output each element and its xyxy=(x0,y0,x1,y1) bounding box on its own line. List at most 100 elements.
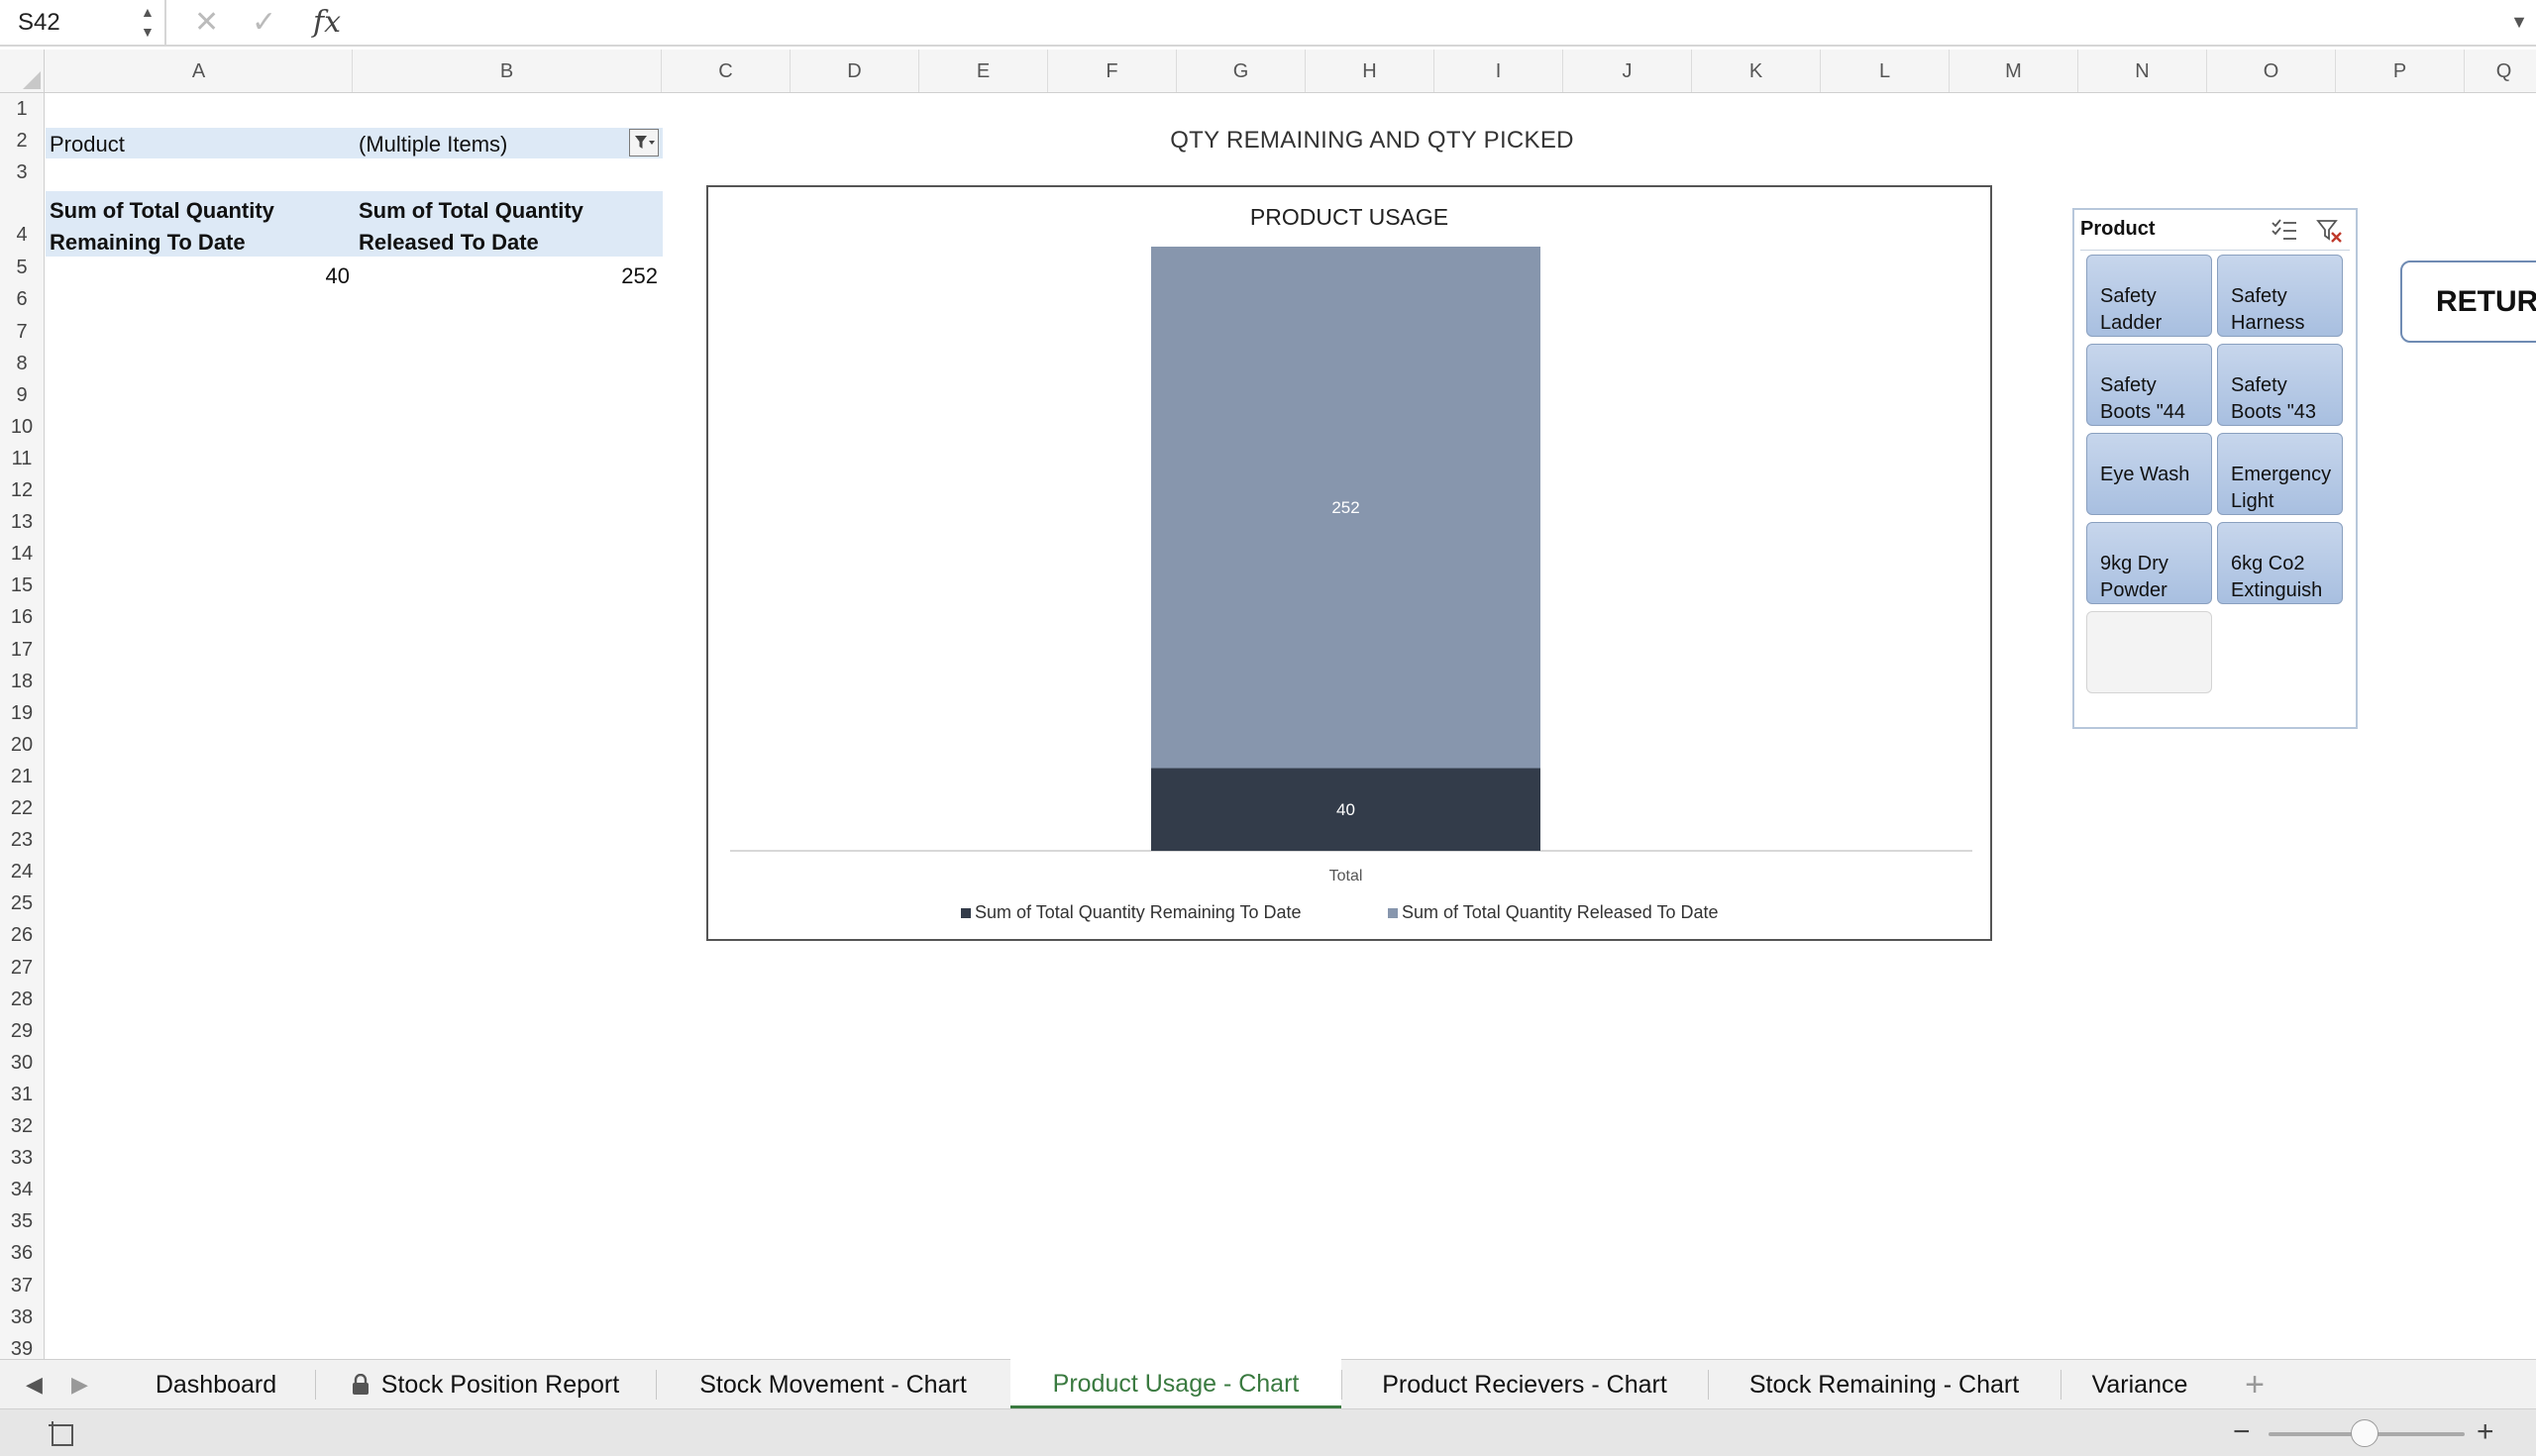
row-header-cell[interactable]: 5 xyxy=(0,252,44,283)
zoom-out-icon[interactable]: − xyxy=(2233,1409,2251,1455)
slicer-item[interactable] xyxy=(2086,611,2212,693)
row-header-cell[interactable]: 20 xyxy=(0,729,44,761)
row-header-cell[interactable]: 16 xyxy=(0,601,44,633)
sheet-tab-label: Stock Movement - Chart xyxy=(699,1371,967,1399)
row-header-cell[interactable]: 10 xyxy=(0,411,44,443)
slicer-item-line2: Light xyxy=(2231,490,2274,512)
column-header-cell[interactable]: I xyxy=(1434,50,1563,92)
column-header-cell[interactable]: K xyxy=(1692,50,1821,92)
row-header-cell[interactable]: 11 xyxy=(0,443,44,474)
column-header-cell[interactable]: L xyxy=(1821,50,1950,92)
column-header-cell[interactable]: E xyxy=(919,50,1048,92)
column-header-cell[interactable]: A xyxy=(46,50,353,92)
slicer-item[interactable]: 9kg Dry Powder xyxy=(2086,522,2212,604)
row-header-cell[interactable]: 4 xyxy=(0,188,44,252)
row-header-cell[interactable]: 1 xyxy=(0,93,44,125)
row-header-cell[interactable]: 7 xyxy=(0,316,44,348)
x-icon[interactable]: ✕ xyxy=(194,0,219,45)
slicer-item[interactable]: Safety Boots "43 xyxy=(2217,344,2343,426)
slicer-item[interactable]: Emergency Light xyxy=(2217,433,2343,515)
column-header-cell[interactable]: M xyxy=(1950,50,2078,92)
row-header-cell[interactable]: 25 xyxy=(0,887,44,919)
legend-label[interactable]: Sum of Total Quantity Remaining To Date xyxy=(975,902,1302,922)
row-header-cell[interactable]: 6 xyxy=(0,283,44,315)
product-slicer[interactable]: Product Safety Ladder Safety Harness Safety B… xyxy=(2072,208,2358,729)
sheet-tab[interactable]: Variance xyxy=(2060,1360,2219,1407)
sheet-tab[interactable]: Stock Movement - Chart xyxy=(656,1360,1010,1407)
column-header-cell[interactable]: D xyxy=(791,50,919,92)
legend-label[interactable]: Sum of Total Quantity Released To Date xyxy=(1402,902,1719,922)
row-header-cell[interactable]: 22 xyxy=(0,792,44,824)
filter-icon[interactable] xyxy=(629,129,659,156)
chevron-down-icon[interactable]: ▼ xyxy=(2510,0,2528,45)
column-header-cell[interactable]: F xyxy=(1048,50,1177,92)
column-header-cell[interactable]: P xyxy=(2336,50,2465,92)
row-header-cell[interactable]: 32 xyxy=(0,1110,44,1142)
row-header-cell[interactable]: 14 xyxy=(0,538,44,570)
row-header-cell[interactable]: 34 xyxy=(0,1174,44,1205)
row-header-cell[interactable]: 21 xyxy=(0,761,44,792)
sheet-tab[interactable]: Stock Position Report xyxy=(315,1360,656,1407)
zoom-in-icon[interactable]: + xyxy=(2477,1409,2494,1455)
check-icon[interactable]: ✓ xyxy=(252,0,276,45)
slicer-item[interactable]: Safety Ladder xyxy=(2086,255,2212,337)
slicer-item[interactable]: Eye Wash xyxy=(2086,433,2212,515)
row-header-cell[interactable]: 24 xyxy=(0,856,44,887)
select-all-corner[interactable] xyxy=(0,50,45,92)
slicer-item[interactable]: Safety Harness xyxy=(2217,255,2343,337)
pivot-filter-value[interactable]: (Multiple Items) xyxy=(359,132,507,157)
row-header-cell[interactable]: 31 xyxy=(0,1079,44,1110)
add-sheet-button[interactable]: + xyxy=(2225,1360,2284,1407)
row-header-cell[interactable]: 38 xyxy=(0,1301,44,1333)
row-header-cell[interactable]: 33 xyxy=(0,1142,44,1174)
slicer-item[interactable]: Safety Boots "44 xyxy=(2086,344,2212,426)
column-header-cell[interactable]: N xyxy=(2078,50,2207,92)
row-header-cell[interactable]: 12 xyxy=(0,474,44,506)
sheet-tab[interactable]: Product Usage - Chart xyxy=(1010,1359,1341,1408)
row-header-cell[interactable]: 9 xyxy=(0,379,44,411)
row-header-cell[interactable]: 2 xyxy=(0,125,44,156)
multiselect-icon[interactable] xyxy=(2271,218,2298,242)
row-header-cell[interactable]: 19 xyxy=(0,697,44,729)
column-header-cell[interactable]: B xyxy=(353,50,662,92)
row-header-cell[interactable]: 26 xyxy=(0,919,44,951)
row-header-cell[interactable]: 3 xyxy=(0,156,44,188)
page-layout-icon[interactable] xyxy=(46,1419,79,1447)
sheet-tab[interactable]: Product Recievers - Chart xyxy=(1341,1360,1708,1407)
row-header-cell[interactable]: 17 xyxy=(0,634,44,666)
sheet-tab[interactable]: Dashboard xyxy=(117,1360,315,1407)
row-header-cell[interactable]: 30 xyxy=(0,1047,44,1079)
row-header-cell[interactable]: 36 xyxy=(0,1237,44,1269)
row-header-cell[interactable]: 39 xyxy=(0,1333,44,1359)
column-header-cell[interactable]: C xyxy=(662,50,791,92)
fx-icon[interactable]: fx xyxy=(313,0,341,45)
slicer-item[interactable]: 6kg Co2 Extinguish xyxy=(2217,522,2343,604)
column-header-cell[interactable]: O xyxy=(2207,50,2336,92)
row-header-cell[interactable]: 35 xyxy=(0,1205,44,1237)
prev-sheet-arrow-icon[interactable]: ◀ xyxy=(26,1360,43,1409)
column-header-cell[interactable]: H xyxy=(1306,50,1434,92)
return-button[interactable]: RETURN xyxy=(2400,260,2536,343)
row-header-cell[interactable]: 8 xyxy=(0,348,44,379)
sheet-tab-label: Variance xyxy=(2091,1371,2188,1399)
name-box[interactable]: S42 ▲ ▼ xyxy=(0,0,166,45)
row-header-cell[interactable]: 28 xyxy=(0,984,44,1015)
name-box-spinner[interactable]: ▲ ▼ xyxy=(141,2,155,42)
zoom-slider-thumb[interactable] xyxy=(2351,1419,2378,1447)
next-sheet-arrow-icon[interactable]: ▶ xyxy=(71,1360,88,1409)
row-header-cell[interactable]: 18 xyxy=(0,666,44,697)
column-header-cell[interactable]: G xyxy=(1177,50,1306,92)
row-header-cell[interactable]: 29 xyxy=(0,1015,44,1047)
sheet-tab[interactable]: Stock Remaining - Chart xyxy=(1708,1360,2060,1407)
row-header-cell[interactable]: 23 xyxy=(0,824,44,856)
row-header-cell[interactable]: 13 xyxy=(0,506,44,538)
column-header-cell[interactable]: Q xyxy=(2465,50,2536,92)
pivot-filter-label: Product xyxy=(50,132,125,156)
column-header-cell[interactable]: J xyxy=(1563,50,1692,92)
row-header-cell[interactable]: 37 xyxy=(0,1270,44,1301)
product-usage-chart[interactable]: PRODUCT USAGE 40 252 Total Sum of Total Qu… xyxy=(706,185,1992,941)
pivot-header-a-line2: Remaining To Date xyxy=(50,230,246,255)
clear-filter-icon[interactable] xyxy=(2316,218,2344,244)
row-header-cell[interactable]: 27 xyxy=(0,952,44,984)
row-header-cell[interactable]: 15 xyxy=(0,570,44,601)
